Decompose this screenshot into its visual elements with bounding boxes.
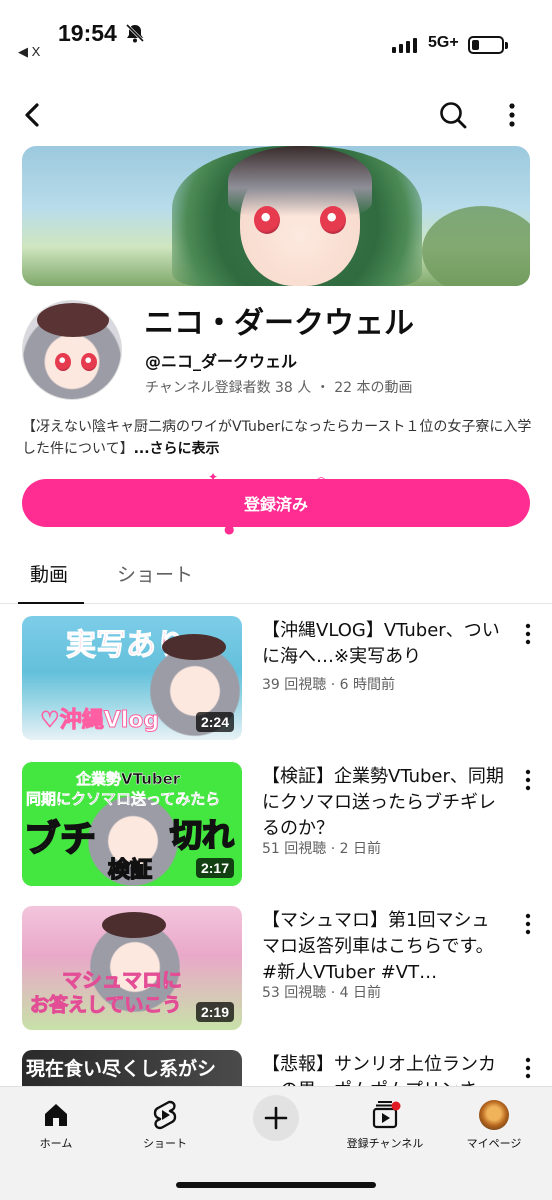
status-time: 19:54 xyxy=(58,20,117,46)
video-duration: 2:19 xyxy=(195,1002,234,1022)
tab-selected-indicator xyxy=(18,602,84,604)
channel-banner xyxy=(22,146,530,286)
sparkle-icon: ✦ xyxy=(208,470,219,484)
video-item[interactable]: 企業勢VTuber 同期にクソマロ送ってみたら ブチ 切れ 検証 2:17 【検… xyxy=(0,762,552,888)
video-thumbnail[interactable]: マシュマロに お答えしていこう 2:19 xyxy=(22,906,242,1030)
video-title[interactable]: 【沖縄VLOG】VTuber、ついに海へ…※実写あり xyxy=(262,618,506,670)
create-button[interactable] xyxy=(253,1095,299,1141)
sparkle-icon: ✧ xyxy=(214,494,225,508)
channel-handle: @ニコ_ダークウェル xyxy=(145,352,298,371)
thumbnail-text: マシュマロに xyxy=(62,968,183,993)
subscriptions-icon xyxy=(372,1101,401,1129)
video-meta: 39 回視聴 · 6 時間前 xyxy=(262,677,395,693)
channel-name: ニコ・ダークウェル xyxy=(144,306,414,341)
more-vert-icon[interactable] xyxy=(520,620,536,648)
tab-videos[interactable]: 動画 xyxy=(30,560,68,587)
thumbnail-text: 同期にクソマロ送ってみたら xyxy=(26,790,221,809)
nav-subscriptions[interactable]: 登録チャンネル xyxy=(335,1097,435,1151)
nav-create[interactable] xyxy=(226,1091,326,1141)
home-icon xyxy=(45,1104,67,1126)
thumbnail-text: ♡沖縄Vlog xyxy=(39,708,160,734)
create-icon xyxy=(264,1106,288,1130)
nav-shorts-label: ショート xyxy=(143,1137,187,1150)
description-text: 【冴えない陰キャ厨二病のワイがVTuberになったらカースト１位の女子寮に入学し… xyxy=(22,419,532,457)
nav-home[interactable]: ホーム xyxy=(6,1097,106,1151)
avatar xyxy=(479,1100,509,1130)
home-indicator xyxy=(176,1182,376,1188)
sparkle-icon: ✧ xyxy=(308,516,319,530)
video-thumbnail[interactable]: 実写あり ♡沖縄Vlog 2:24 xyxy=(22,616,242,740)
thumbnail-text: 切れ xyxy=(169,815,235,855)
subscribed-button[interactable]: 登録済み xyxy=(22,479,530,527)
nav-you[interactable]: マイページ xyxy=(444,1097,544,1151)
nav-subscriptions-label: 登録チャンネル xyxy=(346,1137,424,1150)
more-vert-icon[interactable] xyxy=(520,766,536,794)
tab-shorts[interactable]: ショート xyxy=(117,560,193,587)
video-item[interactable]: 実写あり ♡沖縄Vlog 2:24 【沖縄VLOG】VTuber、ついに海へ…※… xyxy=(0,616,552,742)
shorts-icon xyxy=(153,1100,177,1130)
video-duration: 2:17 xyxy=(195,858,234,878)
more-vert-icon[interactable] xyxy=(500,98,524,132)
sparkle-icon: ○ xyxy=(316,474,327,488)
nav-home-label: ホーム xyxy=(39,1137,73,1150)
channel-tabs: 動画 ショート xyxy=(0,552,552,604)
signal-icon xyxy=(392,38,417,53)
mute-bell-icon xyxy=(125,23,145,43)
nav-shorts[interactable]: ショート xyxy=(115,1097,215,1151)
channel-avatar[interactable] xyxy=(22,300,122,400)
video-item[interactable]: マシュマロに お答えしていこう 2:19 【マシュマロ】第1回マシュマロ返答列車… xyxy=(0,906,552,1032)
thumbnail-text: 現在食い尽くし系がシ xyxy=(26,1058,217,1080)
video-thumbnail[interactable]: 企業勢VTuber 同期にクソマロ送ってみたら ブチ 切れ 検証 2:17 xyxy=(22,762,242,886)
video-meta: 51 回視聴 · 2 日前 xyxy=(262,841,381,857)
more-vert-icon[interactable] xyxy=(520,1054,536,1082)
channel-description[interactable]: 【冴えない陰キャ厨二病のワイがVTuberになったらカースト１位の女子寮に入学し… xyxy=(22,416,532,460)
thumbnail-text: ブチ xyxy=(23,818,97,861)
back-to-app-link[interactable]: ◀ X xyxy=(18,44,40,60)
thumbnail-text: お答えしていこう xyxy=(29,994,182,1017)
video-meta: 53 回視聴 · 4 日前 xyxy=(262,985,381,1001)
back-arrow-icon[interactable] xyxy=(16,98,50,132)
more-vert-icon[interactable] xyxy=(520,910,536,938)
network-type: 5G+ xyxy=(428,34,459,51)
thumbnail-text: 企業勢VTuber xyxy=(76,770,181,789)
thumbnail-text: 検証 xyxy=(107,857,153,884)
channel-stats: チャンネル登録者数 38 人 ・ 22 本の動画 xyxy=(145,380,413,396)
nav-you-label: マイページ xyxy=(466,1137,522,1150)
sparkle-icon: ● xyxy=(224,522,235,536)
status-bar: 19:54 ◀ X 5G+ xyxy=(0,0,552,80)
video-title[interactable]: 【検証】企業勢VTuber、同期にクソマロ送ったらブチギレるのか？ xyxy=(262,764,506,842)
video-duration: 2:24 xyxy=(195,712,234,732)
battery-icon xyxy=(468,36,508,54)
video-title[interactable]: 【マシュマロ】第1回マシュマロ返答列車はこちらです。 #新人VTuber #VT… xyxy=(262,908,506,986)
show-more-link[interactable]: ...さらに表示 xyxy=(134,441,220,457)
search-icon[interactable] xyxy=(436,98,470,132)
